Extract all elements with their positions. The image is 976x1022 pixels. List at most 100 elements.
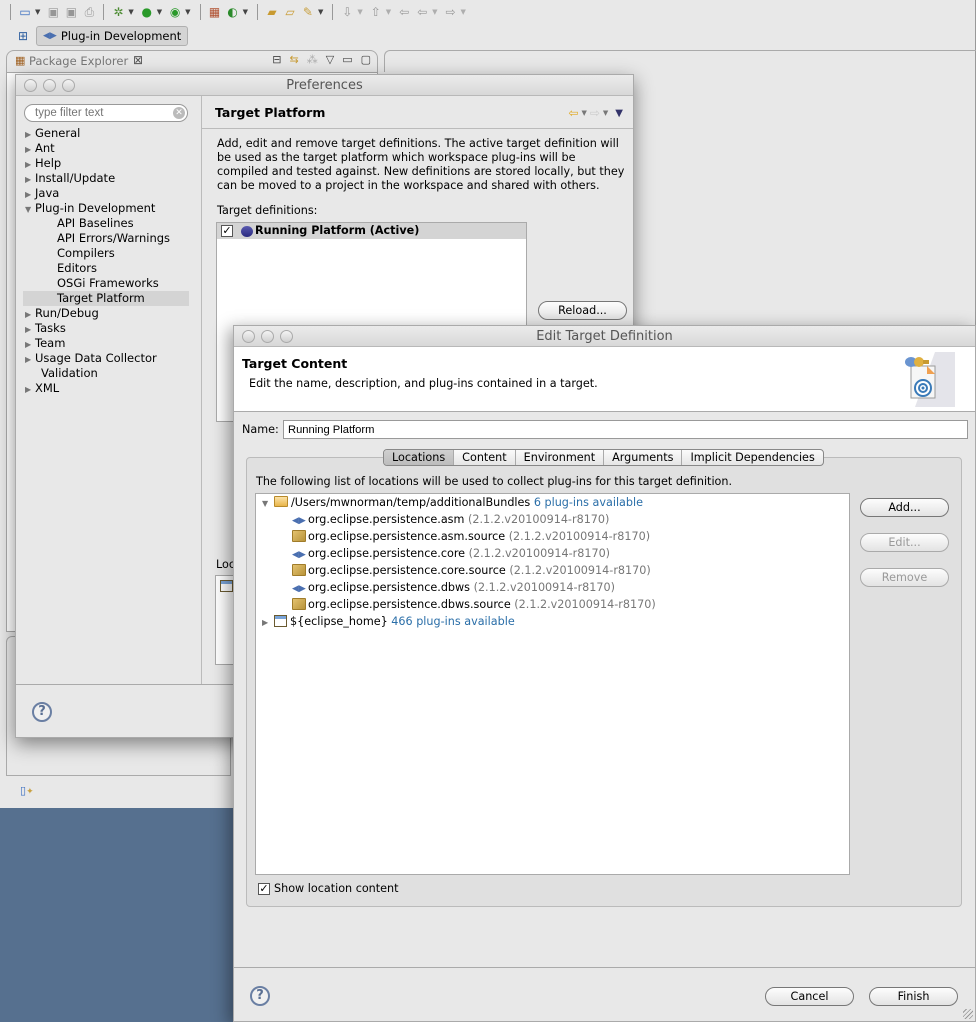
- collapsed-arrow-icon[interactable]: ▶: [25, 142, 35, 157]
- forward-icon[interactable]: ⇨: [590, 106, 600, 120]
- collapsed-arrow-icon[interactable]: ▶: [25, 352, 35, 367]
- tree-item[interactable]: ▶ Usage Data Collector: [23, 351, 189, 366]
- help-icon[interactable]: ?: [250, 986, 270, 1006]
- filter-input[interactable]: [24, 104, 188, 122]
- close-window-button[interactable]: [24, 79, 37, 92]
- chevron-down-icon[interactable]: ▼: [357, 8, 362, 16]
- plugin-row[interactable]: ◀▶ org.eclipse.persistence.core (2.1.2.v2…: [292, 545, 610, 562]
- run-icon[interactable]: ●: [139, 4, 155, 20]
- chevron-down-icon[interactable]: ▼: [185, 8, 190, 16]
- show-location-content-checkbox[interactable]: ✓: [258, 882, 270, 895]
- tab-implicit-dependencies[interactable]: Implicit Dependencies: [682, 450, 822, 465]
- maximize-icon[interactable]: ▢: [361, 53, 371, 66]
- tree-item[interactable]: ▶ Run/Debug: [23, 306, 189, 321]
- tab-content[interactable]: Content: [454, 450, 516, 465]
- cancel-button[interactable]: Cancel: [765, 987, 854, 1006]
- chevron-down-icon[interactable]: ▼: [157, 8, 162, 16]
- external-tools-icon[interactable]: ◉: [167, 4, 183, 20]
- tree-item[interactable]: ▶ XML: [23, 381, 189, 396]
- preferences-titlebar[interactable]: Preferences: [16, 75, 633, 96]
- tab-environment[interactable]: Environment: [516, 450, 605, 465]
- collapsed-arrow-icon[interactable]: ▶: [25, 157, 35, 172]
- chevron-down-icon[interactable]: ▼: [35, 8, 40, 16]
- link-with-editor-icon[interactable]: ⇆: [290, 53, 299, 66]
- save-icon[interactable]: ▣: [45, 4, 61, 20]
- tree-item[interactable]: ▶ Install/Update: [23, 171, 189, 186]
- target-active-checkbox[interactable]: ✓: [221, 225, 233, 237]
- zoom-window-button[interactable]: [62, 79, 75, 92]
- forward-icon[interactable]: ⇨: [443, 4, 459, 20]
- plugin-row[interactable]: org.eclipse.persistence.dbws.source (2.1…: [292, 596, 656, 613]
- resize-grip[interactable]: [963, 1009, 973, 1019]
- location-row[interactable]: ▼/Users/mwnorman/temp/additionalBundles …: [262, 494, 643, 511]
- minimize-window-button[interactable]: [261, 330, 274, 343]
- tab-arguments[interactable]: Arguments: [604, 450, 683, 465]
- print-icon[interactable]: ⎙: [81, 4, 97, 20]
- last-edit-icon[interactable]: ⇦: [396, 4, 412, 20]
- chevron-down-icon[interactable]: ▼: [581, 109, 586, 117]
- clear-filter-icon[interactable]: ✕: [173, 107, 185, 119]
- tree-item[interactable]: API Errors/Warnings: [23, 231, 189, 246]
- tab-locations[interactable]: Locations: [384, 450, 455, 465]
- tree-item[interactable]: ▶ Tasks: [23, 321, 189, 336]
- expanded-arrow-icon[interactable]: ▼: [262, 495, 274, 512]
- close-window-button[interactable]: [242, 330, 255, 343]
- view-menu-icon[interactable]: ▼: [615, 108, 623, 119]
- add-location-button[interactable]: Add...: [860, 498, 949, 517]
- new-plugin-project-icon[interactable]: ▦: [207, 4, 223, 20]
- expanded-arrow-icon[interactable]: ▼: [25, 202, 35, 217]
- next-annotation-icon[interactable]: ⇩: [339, 4, 355, 20]
- collapsed-arrow-icon[interactable]: ▶: [25, 172, 35, 187]
- fast-view-icon[interactable]: ▯✦: [20, 784, 34, 797]
- tree-item[interactable]: Compilers: [23, 246, 189, 261]
- tree-item[interactable]: ▶ Team: [23, 336, 189, 351]
- tree-item[interactable]: ▶ Help: [23, 156, 189, 171]
- locations-tree[interactable]: ▼/Users/mwnorman/temp/additionalBundles …: [255, 493, 850, 875]
- package-explorer-tab[interactable]: ▦ Package Explorer ⊠ ⊟ ⇆ ⁂ ▽ ▭ ▢: [6, 50, 378, 72]
- search-icon[interactable]: ✎: [300, 4, 316, 20]
- tree-item[interactable]: OSGi Frameworks: [23, 276, 189, 291]
- collapsed-arrow-icon[interactable]: ▶: [25, 322, 35, 337]
- collapsed-arrow-icon[interactable]: ▶: [262, 614, 274, 631]
- collapsed-arrow-icon[interactable]: ▶: [25, 307, 35, 322]
- minimize-icon[interactable]: ▭: [342, 53, 352, 66]
- back-icon[interactable]: ⇦: [414, 4, 430, 20]
- plugin-row[interactable]: ◀▶ org.eclipse.persistence.asm (2.1.2.v20…: [292, 511, 609, 528]
- chevron-down-icon[interactable]: ▼: [386, 8, 391, 16]
- show-location-content[interactable]: ✓ Show location content: [258, 882, 399, 895]
- zoom-window-button[interactable]: [280, 330, 293, 343]
- tree-item[interactable]: Validation: [23, 366, 189, 381]
- help-icon[interactable]: ?: [32, 702, 52, 722]
- plugin-row[interactable]: org.eclipse.persistence.core.source (2.1…: [292, 562, 651, 579]
- edit-target-titlebar[interactable]: Edit Target Definition: [234, 326, 975, 347]
- collapsed-arrow-icon[interactable]: ▶: [25, 127, 35, 142]
- tree-item[interactable]: ▼ Plug-in Development: [23, 201, 189, 216]
- save-all-icon[interactable]: ▣: [63, 4, 79, 20]
- plugin-row[interactable]: org.eclipse.persistence.asm.source (2.1.…: [292, 528, 650, 545]
- perspective-button[interactable]: ◀▶ Plug-in Development: [36, 26, 189, 46]
- chevron-down-icon[interactable]: ▼: [461, 8, 466, 16]
- open-task-icon[interactable]: ▱: [282, 4, 298, 20]
- chevron-down-icon[interactable]: ▼: [243, 8, 248, 16]
- chevron-down-icon[interactable]: ▼: [603, 109, 608, 117]
- reload-button[interactable]: Reload...: [538, 301, 627, 320]
- edit-location-button[interactable]: Edit...: [860, 533, 949, 552]
- tree-item[interactable]: ▶ Ant: [23, 141, 189, 156]
- collapsed-arrow-icon[interactable]: ▶: [25, 337, 35, 352]
- plugin-row[interactable]: ◀▶ org.eclipse.persistence.dbws (2.1.2.v2…: [292, 579, 615, 596]
- chevron-down-icon[interactable]: ▽: [326, 53, 334, 66]
- back-icon[interactable]: ⇦: [568, 106, 578, 120]
- chevron-down-icon[interactable]: ▼: [432, 8, 437, 16]
- prev-annotation-icon[interactable]: ⇧: [368, 4, 384, 20]
- open-type-icon[interactable]: ▰: [264, 4, 280, 20]
- tree-item[interactable]: Target Platform: [23, 291, 189, 306]
- list-item[interactable]: ✓ Running Platform (Active): [217, 223, 526, 239]
- tree-item[interactable]: ▶ General: [23, 126, 189, 141]
- remove-location-button[interactable]: Remove: [860, 568, 949, 587]
- chevron-down-icon[interactable]: ▼: [318, 8, 323, 16]
- open-perspective-icon[interactable]: ⊞: [18, 29, 28, 43]
- tree-item[interactable]: Editors: [23, 261, 189, 276]
- collapse-all-icon[interactable]: ⊟: [272, 53, 281, 66]
- new-wizard-icon[interactable]: ▭: [17, 4, 33, 20]
- chevron-down-icon[interactable]: ▼: [128, 8, 133, 16]
